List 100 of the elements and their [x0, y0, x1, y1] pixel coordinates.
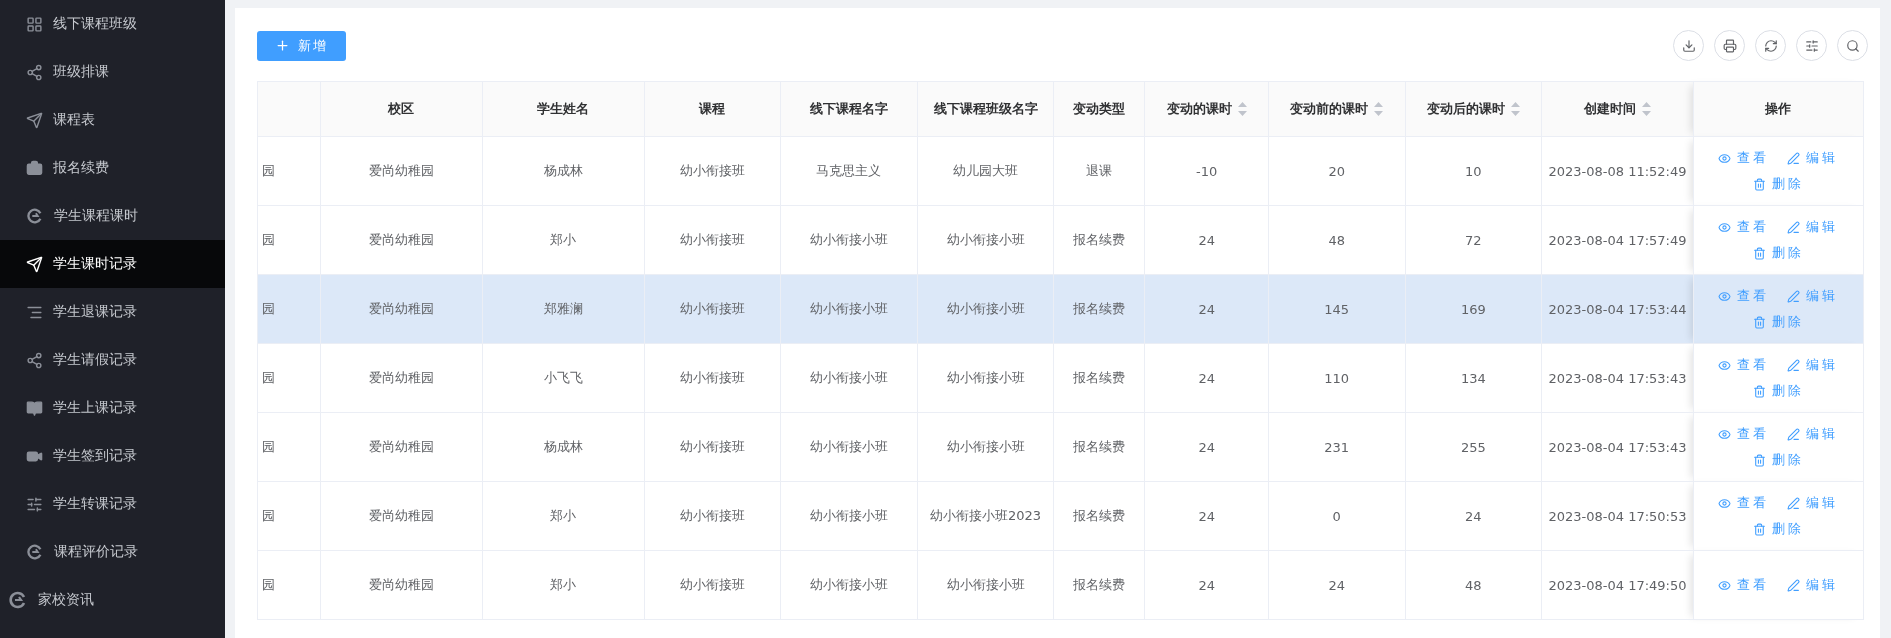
- table-cell: 爱尚幼稚园: [320, 205, 483, 275]
- sort-icon[interactable]: [1374, 102, 1384, 116]
- column-header-label[interactable]: 变动前的课时: [1290, 100, 1369, 118]
- table-cell: 园: [257, 343, 321, 413]
- table-cell: 24: [1144, 481, 1269, 551]
- table-cell: 24: [1144, 274, 1269, 344]
- sidebar-item-label: 班级排课: [53, 63, 109, 81]
- eye-icon: [1718, 151, 1732, 165]
- view-link[interactable]: 查看: [1718, 287, 1770, 305]
- sidebar-item-label: 学生上课记录: [53, 399, 137, 417]
- table-cell: 2023-08-04 17:53:43: [1541, 343, 1694, 413]
- table-cell: 马克思主义: [780, 136, 918, 206]
- sliders-icon: [1804, 38, 1819, 53]
- edit-link[interactable]: 编辑: [1787, 576, 1839, 594]
- sidebar-item-label: 报名续费: [53, 159, 109, 177]
- table-cell: 幼小衔接小班: [780, 412, 918, 482]
- sort-icon[interactable]: [1237, 102, 1247, 116]
- view-link[interactable]: 查看: [1718, 425, 1770, 443]
- delete-link[interactable]: 删除: [1752, 244, 1804, 262]
- table-cell: 园: [257, 205, 321, 275]
- table-cell: 郑小: [482, 481, 645, 551]
- view-link[interactable]: 查看: [1718, 494, 1770, 512]
- edit-link[interactable]: 编辑: [1787, 149, 1839, 167]
- sidebar-item-label: 学生请假记录: [53, 351, 137, 369]
- plus-icon: [275, 38, 290, 53]
- trash-icon: [1752, 246, 1766, 260]
- sidebar-item[interactable]: 学生请假记录: [0, 336, 225, 384]
- table-cell: 报名续费: [1053, 412, 1145, 482]
- sidebar-item[interactable]: 课程表: [0, 96, 225, 144]
- pen-icon: [1787, 578, 1801, 592]
- printer-icon: [1722, 38, 1737, 53]
- sidebar-item[interactable]: 学生上课记录: [0, 384, 225, 432]
- sidebar-item-label: 学生课时记录: [53, 255, 137, 273]
- search-button[interactable]: [1837, 30, 1868, 61]
- view-link[interactable]: 查看: [1718, 576, 1770, 594]
- e-icon: [26, 207, 44, 225]
- table-cell: -10: [1144, 136, 1269, 206]
- paper-plane-icon: [26, 255, 43, 273]
- table-cell: 幼小衔接小班: [780, 481, 918, 551]
- table-cell: 爱尚幼稚园: [320, 343, 483, 413]
- edit-link[interactable]: 编辑: [1787, 356, 1839, 374]
- share-icon: [26, 351, 43, 369]
- trash-icon: [1752, 453, 1766, 467]
- table-cell: 24: [1144, 343, 1269, 413]
- column-header-label[interactable]: 变动后的课时: [1426, 100, 1505, 118]
- column-header-label: 变动类型: [1073, 100, 1126, 118]
- sidebar-item[interactable]: 学生签到记录: [0, 432, 225, 480]
- eye-icon: [1718, 578, 1732, 592]
- view-link[interactable]: 查看: [1718, 356, 1770, 374]
- column-header-label[interactable]: 变动的课时: [1166, 100, 1232, 118]
- column-header-label[interactable]: 创建时间: [1584, 100, 1636, 118]
- sidebar-item[interactable]: 学生课时记录: [0, 240, 225, 288]
- table-cell: 幼小衔接小班: [780, 205, 918, 275]
- table-cell: 255: [1405, 412, 1542, 482]
- eye-icon: [1718, 358, 1732, 372]
- sidebar-item[interactable]: 线下课程班级: [0, 0, 225, 48]
- sidebar-item[interactable]: 班级排课: [0, 48, 225, 96]
- table-cell: 231: [1268, 412, 1405, 482]
- table-cell: 园: [257, 481, 321, 551]
- table-cell: 24: [1144, 412, 1269, 482]
- sidebar-item[interactable]: 学生转课记录: [0, 480, 225, 528]
- view-link[interactable]: 查看: [1718, 218, 1770, 236]
- edit-link[interactable]: 编辑: [1787, 425, 1839, 443]
- table-cell: 24: [1144, 205, 1269, 275]
- sort-icon[interactable]: [1642, 102, 1651, 116]
- sidebar-section[interactable]: 家校资讯: [0, 576, 225, 624]
- delete-link[interactable]: 删除: [1752, 451, 1804, 469]
- delete-link[interactable]: 删除: [1752, 520, 1804, 538]
- sidebar-item[interactable]: 学生课程课时: [0, 192, 225, 240]
- trash-icon: [1752, 177, 1766, 191]
- delete-link[interactable]: 删除: [1752, 382, 1804, 400]
- view-link[interactable]: 查看: [1718, 149, 1770, 167]
- paper-plane-icon: [26, 111, 43, 129]
- edit-link[interactable]: 编辑: [1787, 494, 1839, 512]
- edit-link[interactable]: 编辑: [1787, 218, 1839, 236]
- table-cell: 爱尚幼稚园: [320, 412, 483, 482]
- printer-button[interactable]: [1714, 30, 1745, 61]
- refresh-button[interactable]: [1755, 30, 1786, 61]
- table-cell: 幼小衔接小班: [780, 274, 918, 344]
- delete-link[interactable]: 删除: [1752, 175, 1804, 193]
- delete-link[interactable]: 删除: [1752, 313, 1804, 331]
- column-header-label: 操作: [1765, 100, 1792, 118]
- download-button[interactable]: [1673, 30, 1704, 61]
- add-button[interactable]: 新增: [257, 30, 346, 61]
- table-cell: 幼小衔接班: [644, 343, 781, 413]
- table-cell: 2023-08-04 17:50:53: [1541, 481, 1694, 551]
- table-cell: 2023-08-08 11:52:49: [1541, 136, 1694, 206]
- table-cell: 杨成林: [482, 412, 645, 482]
- sidebar-item[interactable]: 报名续费: [0, 144, 225, 192]
- eye-icon: [1718, 220, 1732, 234]
- edit-link[interactable]: 编辑: [1787, 287, 1839, 305]
- column-header-label: 线下课程班级名字: [933, 100, 1038, 118]
- sliders-icon: [26, 495, 43, 513]
- sliders-button[interactable]: [1796, 30, 1827, 61]
- table-cell: 报名续费: [1053, 550, 1145, 620]
- sidebar-item[interactable]: 课程评价记录: [0, 528, 225, 576]
- table-cell: 幼小衔接班: [644, 274, 781, 344]
- sidebar-item[interactable]: 学生退课记录: [0, 288, 225, 336]
- sort-icon[interactable]: [1510, 102, 1520, 116]
- sidebar-item-label: 学生退课记录: [53, 303, 137, 321]
